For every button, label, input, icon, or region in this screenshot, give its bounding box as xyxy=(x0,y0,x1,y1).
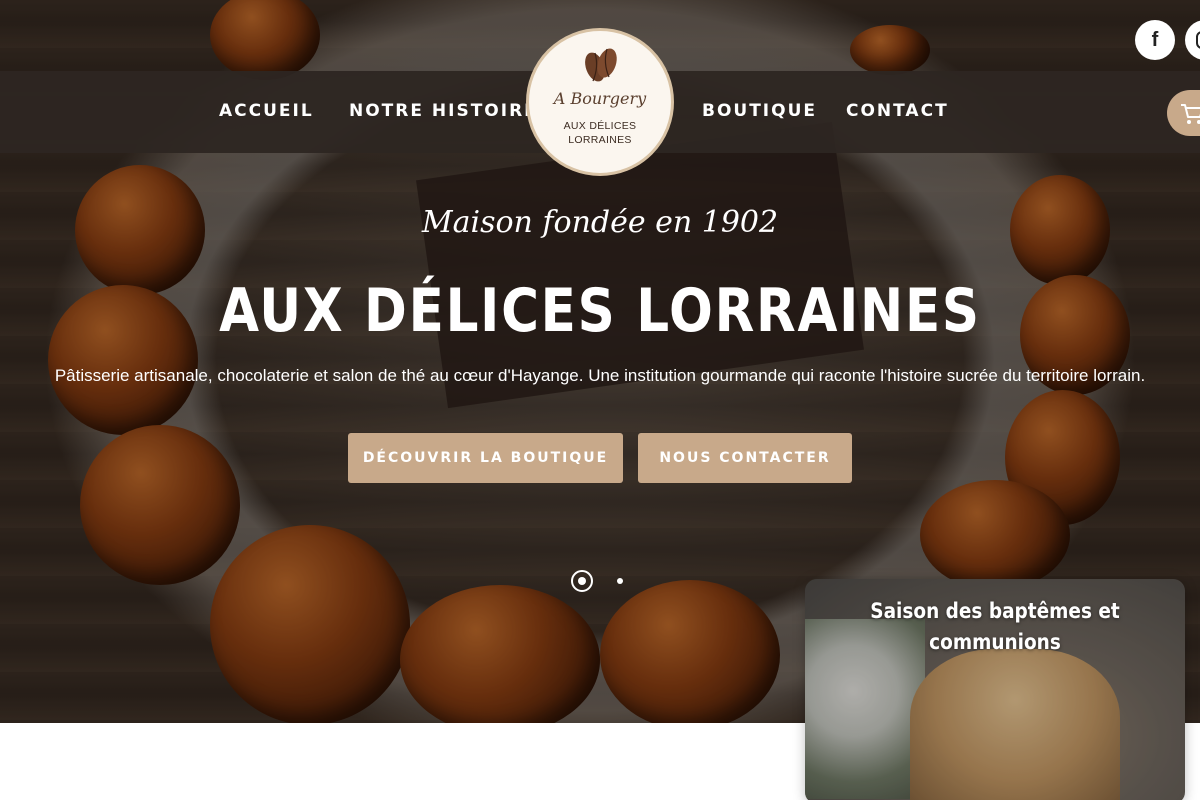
promo-title: Saison des baptêmes et communions xyxy=(870,599,1120,654)
carousel-dot-1-active[interactable] xyxy=(571,570,593,592)
cocoa-bean-icon xyxy=(585,48,617,82)
discover-shop-button[interactable]: DÉCOUVRIR LA BOUTIQUE xyxy=(348,433,623,483)
nav-item-contact[interactable]: CONTACT xyxy=(846,98,949,124)
logo-line-2: LORRAINES xyxy=(568,134,632,146)
logo-line-1: AUX DÉLICES xyxy=(563,120,637,132)
instagram-icon[interactable] xyxy=(1185,20,1200,60)
carousel-dot-2[interactable] xyxy=(617,578,623,584)
cart-icon xyxy=(1181,104,1200,124)
instagram-glyph xyxy=(1196,31,1200,49)
nav-item-notre-histoire[interactable]: NOTRE HISTOIRE xyxy=(349,98,538,124)
carousel-dot-inner xyxy=(578,577,586,585)
contact-us-button[interactable]: NOUS CONTACTER xyxy=(638,433,852,483)
hero-intro: Pâtisserie artisanale, chocolaterie et s… xyxy=(54,366,1146,385)
site-logo[interactable]: A Bourgery AUX DÉLICES LORRAINES xyxy=(526,28,674,176)
nav-item-accueil[interactable]: ACCUEIL xyxy=(219,98,314,124)
facebook-icon[interactable]: f xyxy=(1135,20,1175,60)
logo-script-text: A Bourgery xyxy=(553,89,647,108)
hero-headline: AUX DÉLICES LORRAINES xyxy=(219,276,981,346)
nav-item-boutique[interactable]: BOUTIQUE xyxy=(702,98,817,124)
promo-card[interactable]: Saison des baptêmes et communions xyxy=(805,579,1185,800)
hero-tagline: Maison fondée en 1902 xyxy=(421,205,779,240)
